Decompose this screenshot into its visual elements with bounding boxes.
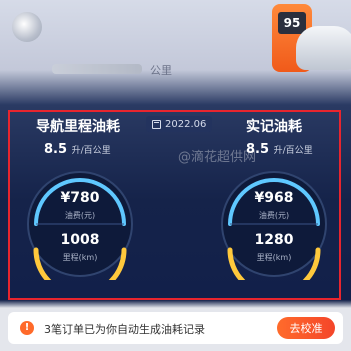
bell-icon: ! (20, 321, 34, 335)
actual-fuel-title: 实记油耗 (246, 119, 302, 135)
nav-fuel-cost-label: 油费(元) (64, 211, 96, 220)
nav-fuel-title: 导航里程油耗 (36, 119, 120, 135)
nav-fuel-gauge: ¥780 油费(元) 1008 里程(km) (24, 168, 136, 280)
actual-fuel-cost: ¥968 (254, 190, 294, 206)
nav-fuel-cost: ¥780 (60, 190, 100, 206)
actual-fuel-unit: 升/百公里 (273, 146, 313, 156)
date-label: 2022.06 (165, 118, 207, 130)
mileage-unit-text: 公里 (150, 64, 172, 77)
date-selector[interactable]: 2022.06 (146, 116, 213, 132)
nav-fuel-unit: 升/百公里 (71, 146, 111, 156)
actual-fuel-gauge: ¥968 油费(元) 1280 里程(km) (218, 168, 330, 280)
nav-fuel-mileage: 1008 (60, 232, 100, 248)
username-blurred (52, 64, 142, 74)
nav-fuel-mileage-label: 里程(km) (62, 253, 98, 262)
avatar[interactable] (12, 12, 42, 42)
actual-fuel-cost-label: 油费(元) (258, 211, 290, 220)
notice-bar: ! 3笔订单已为你自动生成油耗记录 去校准 (8, 312, 343, 344)
car-illustration (296, 26, 351, 70)
watermark: @滴花超供网 (178, 150, 257, 165)
notice-text: 3笔订单已为你自动生成油耗记录 (44, 323, 205, 336)
nav-fuel-consumption: 8.5 升/百公里 (44, 142, 111, 157)
nav-fuel-value: 8.5 (44, 142, 68, 157)
calendar-icon (152, 119, 161, 129)
pump-price-display: 95 (278, 12, 306, 34)
actual-fuel-mileage: 1280 (254, 232, 294, 248)
calibrate-button[interactable]: 去校准 (277, 317, 335, 339)
actual-fuel-mileage-label: 里程(km) (256, 253, 292, 262)
